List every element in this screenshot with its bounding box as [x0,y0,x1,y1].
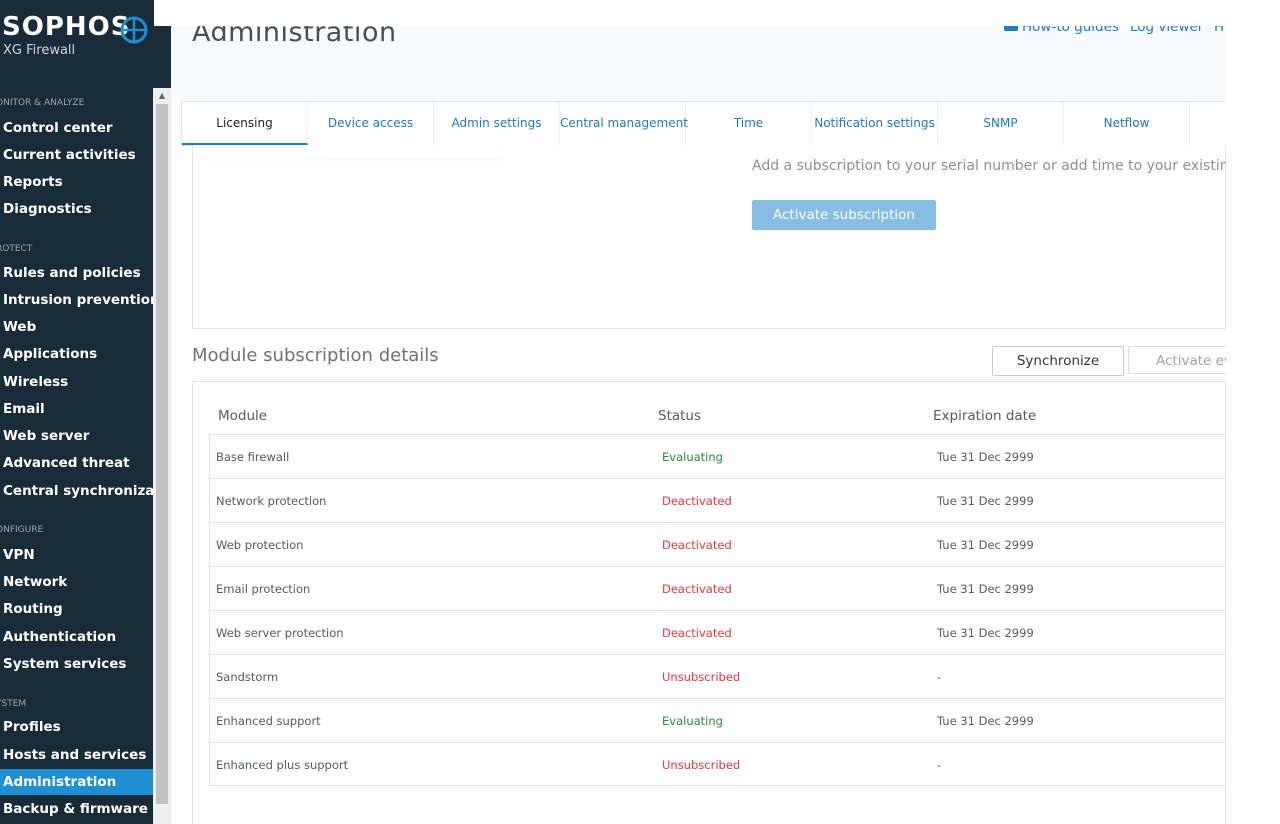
tab-licensing[interactable]: Licensing [182,102,308,145]
module-name: Enhanced plus support [216,758,349,772]
column-header-module: Module [218,408,268,424]
main-content: Administration How-to guides Log viewer … [171,26,1226,824]
howto-guides-link[interactable]: How-to guides [1022,26,1119,37]
nav-item-email[interactable]: Email [0,396,154,422]
table-row: Enhanced plus support Unsubscribed - [209,742,1226,786]
serial-number-box [205,145,503,159]
activate-subscription-button[interactable]: Activate subscription [752,200,936,230]
nav-section-system: YSTEM [0,699,27,709]
nav-item-reports[interactable]: Reports [0,169,154,195]
nav-section-configure: ONFIGURE [0,525,44,535]
module-name: Network protection [216,494,327,508]
nav-item-backup-firmware[interactable]: Backup & firmware [0,796,154,822]
sidebar: SOPHOS XG Firewall ONITOR & ANALYZE Cont… [0,0,154,824]
activate-evaluation-button[interactable]: Activate eva [1128,346,1226,374]
module-status: Deactivated [662,494,732,508]
module-name: Base firewall [216,450,290,464]
scroll-up-arrow-icon[interactable]: ▲ [153,88,171,104]
nav-item-intrusion-prevention[interactable]: Intrusion prevention [0,287,154,313]
table-row: Web protection Deactivated Tue 31 Dec 29… [209,522,1226,566]
module-name: Enhanced support [216,714,321,728]
sidebar-scrollbar[interactable]: ▲ [153,88,171,824]
page-header: Administration How-to guides Log viewer … [171,26,1226,101]
tab-time[interactable]: Time [686,102,812,145]
synchronize-button[interactable]: Synchronize [992,346,1124,376]
table-row: Web server protection Deactivated Tue 31… [209,610,1226,654]
tab-netflow[interactable]: Netflow [1064,102,1190,145]
tab-snmp[interactable]: SNMP [938,102,1064,145]
nav-item-web[interactable]: Web [0,314,154,340]
module-status: Deactivated [662,626,732,640]
module-expiration: - [937,758,942,772]
subscription-panel: Add a subscription to your serial number… [192,145,1226,329]
help-link[interactable]: H [1214,26,1224,37]
tab-device-access[interactable]: Device access [308,102,434,145]
nav-item-diagnostics[interactable]: Diagnostics [0,196,154,222]
module-expiration: Tue 31 Dec 2999 [937,714,1034,728]
nav-item-wireless[interactable]: Wireless [0,369,154,395]
nav-item-profiles[interactable]: Profiles [0,714,154,740]
module-table: Module Status Expiration date Base firew… [192,381,1226,824]
nav-item-advanced-threat[interactable]: Advanced threat [0,450,154,476]
module-expiration: - [937,670,942,684]
nav-item-current-activities[interactable]: Current activities [0,142,154,168]
sidebar-scrollbar-thumb[interactable] [156,104,168,804]
globe-icon [120,16,148,44]
nav-item-routing[interactable]: Routing [0,596,154,622]
video-icon[interactable] [1004,26,1018,31]
column-header-expiration: Expiration date [933,408,1037,424]
nav-item-rules-and-policies[interactable]: Rules and policies [0,260,154,286]
table-row: Enhanced support Evaluating Tue 31 Dec 2… [209,698,1226,742]
nav-item-system-services[interactable]: System services [0,651,154,677]
module-name: Web protection [216,538,304,552]
module-expiration: Tue 31 Dec 2999 [937,450,1034,464]
nav-item-authentication[interactable]: Authentication [0,624,154,650]
tab-notification-settings[interactable]: Notification settings [812,102,938,145]
module-expiration: Tue 31 Dec 2999 [937,494,1034,508]
table-row: Base firewall Evaluating Tue 31 Dec 2999 [209,434,1226,478]
nav-item-web-server[interactable]: Web server [0,423,154,449]
nav-item-vpn[interactable]: VPN [0,542,154,568]
product-name: XG Firewall [3,43,76,58]
column-header-status: Status [658,408,702,424]
table-row: Network protection Deactivated Tue 31 De… [209,478,1226,522]
tab-admin-settings[interactable]: Admin settings [434,102,560,145]
nav-section-monitor: ONITOR & ANALYZE [0,98,85,108]
module-status: Unsubscribed [662,758,741,772]
log-viewer-link[interactable]: Log viewer [1130,26,1203,37]
subscription-instructions: Add a subscription to your serial number… [752,158,1226,174]
page-title: Administration [192,26,397,48]
nav-item-network[interactable]: Network [0,569,154,595]
nav-item-central-synchronization[interactable]: Central synchronization [0,478,154,504]
nav-item-applications[interactable]: Applications [0,341,154,367]
nav-item-administration[interactable]: Administration [0,769,154,795]
module-status: Unsubscribed [662,670,741,684]
module-status: Deactivated [662,538,732,552]
module-status: Evaluating [662,450,723,464]
module-section-heading: Module subscription details [192,345,439,366]
table-row: Sandstorm Unsubscribed - [209,654,1226,698]
module-expiration: Tue 31 Dec 2999 [937,582,1034,596]
module-status: Evaluating [662,714,723,728]
module-name: Sandstorm [216,670,279,684]
table-row: Email protection Deactivated Tue 31 Dec … [209,566,1226,610]
module-name: Email protection [216,582,311,596]
tab-bar: Licensing Device access Admin settings C… [181,101,1226,146]
tab-central-management[interactable]: Central management [560,102,688,145]
sidebar-scrollbar-top [153,26,171,88]
module-expiration: Tue 31 Dec 2999 [937,538,1034,552]
nav-section-protect: ROTECT [0,244,33,254]
brand-logo: SOPHOS [2,12,131,42]
nav-item-hosts-and-services[interactable]: Hosts and services [0,742,154,768]
module-status: Deactivated [662,582,732,596]
module-name: Web server protection [216,626,344,640]
module-expiration: Tue 31 Dec 2999 [937,626,1034,640]
nav-item-control-center[interactable]: Control center [0,115,154,141]
